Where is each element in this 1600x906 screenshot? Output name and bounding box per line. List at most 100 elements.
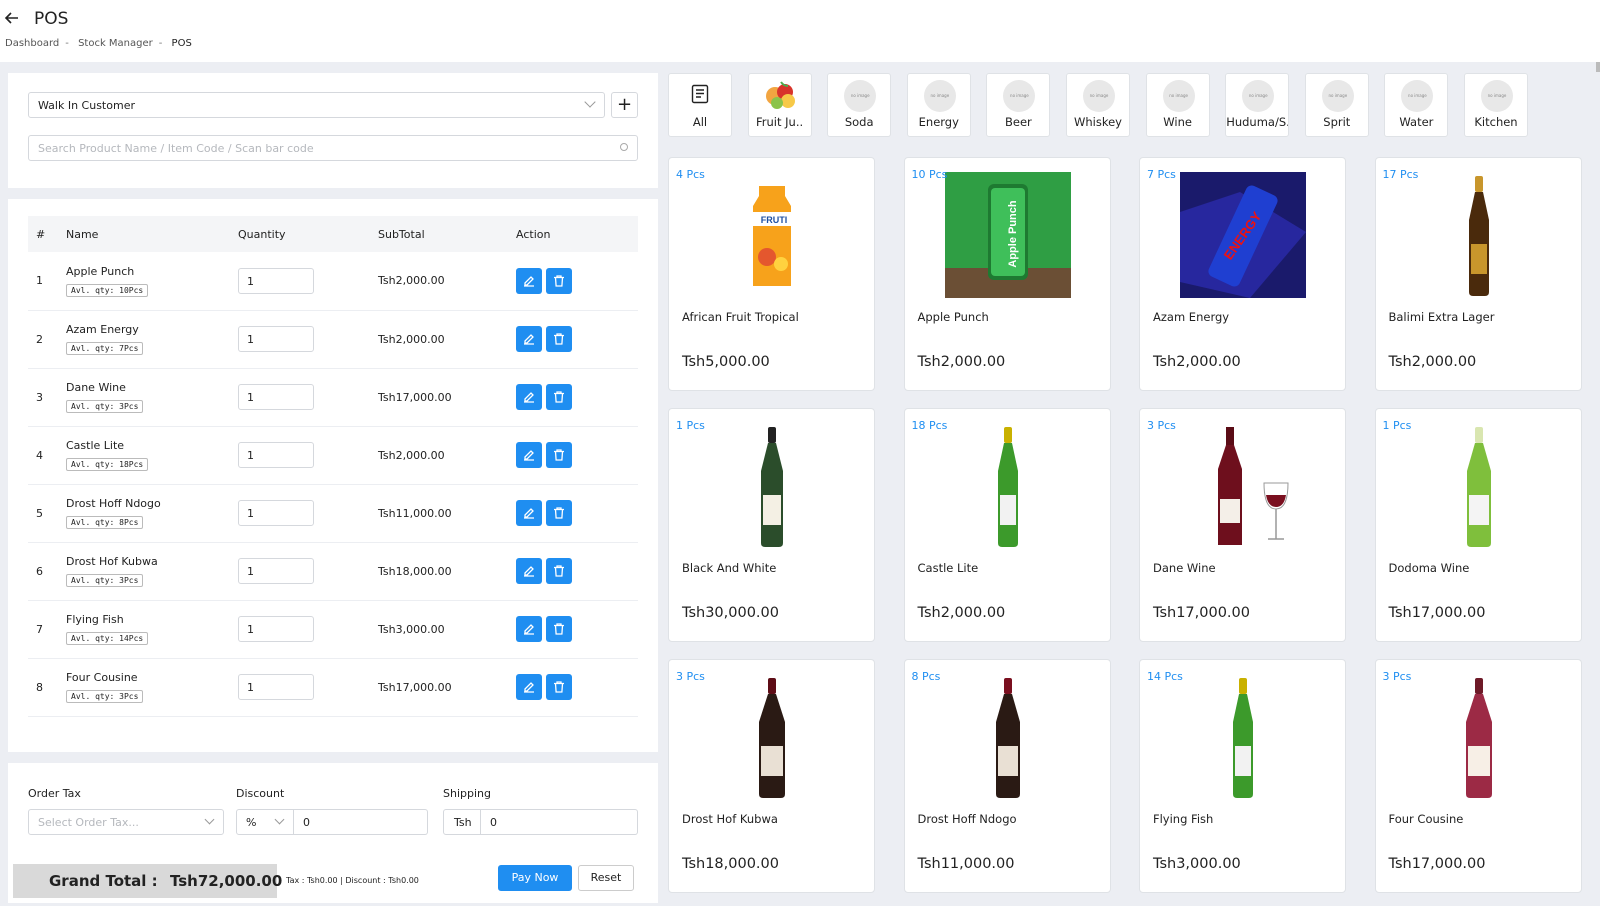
grand-total-bar: Grand Total : Tsh72,000.00 Tax : Tsh0.00… [8,859,658,903]
category-whiskey[interactable]: no image Whiskey [1066,73,1130,137]
discount-type-select[interactable]: % [236,809,294,835]
quantity-input[interactable]: 1 [238,267,314,294]
product-image [709,423,835,549]
quantity-input[interactable]: 1 [238,616,314,642]
product-name: Castle Lite [66,439,125,452]
category-all[interactable]: All [668,73,732,137]
edit-button[interactable] [516,674,542,700]
stock-count: 3 Pcs [1147,419,1176,432]
product-card[interactable]: 3 Pcs Four Cousine Tsh17,000.00 [1374,659,1582,893]
delete-button[interactable] [546,442,572,468]
edit-button[interactable] [516,442,542,468]
no-image-icon: no image [923,80,956,112]
row-actions [508,252,638,311]
row-actions [508,542,638,601]
product-card[interactable]: Apple Punch 10 Pcs Apple Punch Tsh2,000.00 [903,157,1111,391]
no-image-icon: no image [1003,80,1036,112]
product-card[interactable]: ENERGY 7 Pcs Azam Energy Tsh2,000.00 [1139,157,1346,391]
category-soda[interactable]: no image Soda [827,73,892,137]
cart-row: 2 Azam Energy Avl. qty: 7Pcs 1 Tsh2,000.00 [28,310,638,369]
discount-label: Discount [236,787,285,800]
row-subtotal: Tsh17,000.00 [370,658,508,717]
category-beer[interactable]: no image Beer [986,73,1051,137]
stock-count: 7 Pcs [1147,168,1176,181]
quantity-input[interactable]: 1 [238,384,314,410]
chevron-down-icon [204,814,215,825]
product-card[interactable]: 1 Pcs Black And White Tsh30,000.00 [668,408,875,642]
row-qty-cell: 1 [230,252,370,311]
product-search-input[interactable]: Search Product Name / Item Code / Scan b… [28,135,638,161]
edit-button[interactable] [516,384,542,410]
discount-input[interactable]: 0 [294,809,428,835]
edit-button[interactable] [516,326,542,352]
category-fruitju[interactable]: Fruit Ju.. [747,73,812,137]
order-adjustments-panel: Order Tax Discount Shipping Select Order… [8,763,658,859]
edit-button[interactable] [516,267,542,294]
product-card[interactable]: 1 Pcs Dodoma Wine Tsh17,000.00 [1374,408,1582,642]
product-card[interactable]: 3 Pcs Dane Wine Tsh17,000.00 [1139,408,1346,642]
cart-row: 7 Flying Fish Avl. qty: 14Pcs 1 Tsh3,000.00 [28,600,638,659]
category-kitchen[interactable]: no image Kitchen [1464,73,1528,137]
category-water[interactable]: no image Water [1384,73,1449,137]
order-tax-placeholder: Select Order Tax... [38,816,139,829]
product-card[interactable]: 17 Pcs Balimi Extra Lager Tsh2,000.00 [1374,157,1582,391]
no-image-icon: no image [1401,80,1434,112]
shipping-label: Shipping [443,787,491,800]
category-hudumas[interactable]: no image Huduma/S.. [1225,73,1290,137]
quantity-input[interactable]: 1 [238,500,314,526]
available-qty-badge: Avl. qty: 14Pcs [66,632,149,645]
delete-button[interactable] [546,558,572,584]
page-header: POS Dashboard - Stock Manager - POS [0,0,1600,62]
row-number: 4 [28,426,58,485]
category-label: Wine [1163,115,1192,129]
breadcrumb-stock-manager[interactable]: Stock Manager [78,38,153,49]
category-label: Energy [918,115,959,129]
row-actions [508,484,638,543]
category-label: Kitchen [1474,115,1518,129]
product-card[interactable]: 8 Pcs Drost Hoff Ndogo Tsh11,000.00 [903,659,1111,893]
available-qty-badge: Avl. qty: 18Pcs [66,458,149,471]
row-number: 5 [28,484,58,543]
add-customer-button[interactable]: + [611,92,638,118]
edit-button[interactable] [516,616,542,642]
delete-button[interactable] [546,674,572,700]
no-image-icon: no image [1481,80,1513,112]
delete-button[interactable] [546,267,572,294]
fruit-image [763,78,799,116]
product-card[interactable]: 3 Pcs Drost Hof Kubwa Tsh18,000.00 [668,659,875,893]
edit-button[interactable] [516,500,542,526]
category-wine[interactable]: no image Wine [1145,73,1210,137]
delete-button[interactable] [546,326,572,352]
back-arrow-icon[interactable] [4,10,24,30]
pay-now-button[interactable]: Pay Now [498,865,572,891]
stock-count: 4 Pcs [676,168,705,181]
category-sprit[interactable]: no image Sprit [1304,73,1369,137]
product-card[interactable]: FRUTI 4 Pcs African Fruit Tropical Tsh5,000… [668,157,875,391]
quantity-input[interactable]: 1 [238,674,314,700]
row-qty-cell: 1 [230,542,370,601]
stock-count: 3 Pcs [1382,670,1412,683]
quantity-input[interactable]: 1 [238,442,314,468]
product-name: Apple Punch [917,310,989,324]
row-actions [508,310,638,369]
delete-button[interactable] [546,616,572,642]
available-qty-badge: Avl. qty: 3Pcs [66,574,144,587]
shipping-input[interactable]: 0 [481,809,638,835]
category-label: Beer [1005,115,1032,129]
product-card[interactable]: 14 Pcs Flying Fish Tsh3,000.00 [1139,659,1346,893]
cart-table: # Name Quantity SubTotal Action 1 Apple P… [28,216,638,717]
delete-button[interactable] [546,500,572,526]
reset-button[interactable]: Reset [578,865,634,891]
product-name: Balimi Extra Lager [1388,310,1495,324]
scrollbar[interactable] [1596,62,1600,72]
customer-select[interactable]: Walk In Customer [28,92,605,118]
edit-button[interactable] [516,558,542,584]
breadcrumb-dashboard[interactable]: Dashboard [5,38,59,49]
delete-button[interactable] [546,384,572,410]
quantity-input[interactable]: 1 [238,326,314,352]
order-tax-select[interactable]: Select Order Tax... [28,809,224,835]
quantity-input[interactable]: 1 [238,558,314,584]
product-card[interactable]: 18 Pcs Castle Lite Tsh2,000.00 [903,408,1111,642]
category-energy[interactable]: no image Energy [906,73,971,137]
available-qty-badge: Avl. qty: 8Pcs [66,516,144,529]
